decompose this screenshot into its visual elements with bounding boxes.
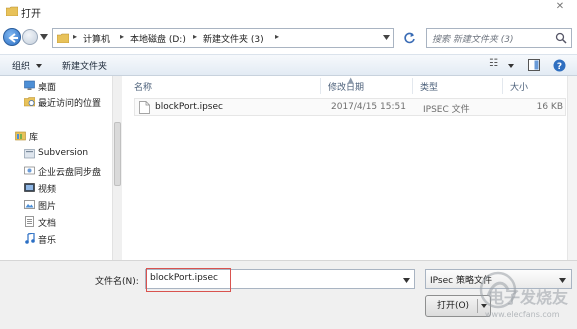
desktop-icon: [24, 80, 35, 90]
column-divider[interactable]: [502, 78, 503, 94]
nav-item-cloud-drive[interactable]: 企业云盘同步盘: [0, 163, 110, 179]
nav-item-subversion[interactable]: Subversion: [0, 146, 110, 162]
file-size: 16 KB: [536, 102, 563, 112]
nav-item-videos[interactable]: 视频: [0, 180, 110, 196]
file-modified: 2017/4/15 15:51: [331, 102, 406, 112]
nav-item-label: 库: [29, 133, 39, 143]
video-library-icon: [24, 183, 35, 192]
svg-text:?: ?: [557, 62, 562, 72]
chevron-down-icon: [559, 278, 566, 283]
forward-button[interactable]: [22, 29, 38, 45]
help-icon[interactable]: ?: [553, 59, 566, 72]
nav-item-label: 企业云盘同步盘: [38, 168, 102, 178]
chevron-down-icon[interactable]: [36, 64, 42, 68]
breadcrumb-folder[interactable]: 新建文件夹 (3): [203, 32, 264, 45]
nav-item-libraries[interactable]: 库: [0, 128, 110, 144]
documents-library-icon: [25, 216, 34, 227]
watermark-text: 电子发烧友: [488, 288, 569, 307]
filename-value: blockPort.ipsec: [150, 273, 218, 283]
folder-icon: [57, 33, 69, 43]
navigation-bar: ▸ 计算机 ▸ 本地磁盘 (D:) ▸ 新建文件夹 (3) ▸ 搜索 新建文件夹…: [0, 24, 577, 54]
music-library-icon: [25, 233, 35, 244]
refresh-icon: [403, 32, 415, 44]
nav-item-label: 音乐: [38, 236, 57, 246]
file-row[interactable]: blockPort.ipsec 2017/4/15 15:51 IPSEC 文件…: [134, 98, 566, 116]
back-arrow-icon: [8, 33, 18, 43]
history-dropdown-icon[interactable]: [40, 34, 48, 40]
search-icon[interactable]: [555, 32, 567, 44]
watermark-url: www.elecfans.com: [485, 310, 560, 319]
navigation-scrollbar[interactable]: [112, 76, 122, 260]
nav-item-music[interactable]: 音乐: [0, 231, 110, 247]
view-options-icon[interactable]: ☷: [489, 58, 498, 69]
nav-item-label: 桌面: [38, 83, 57, 93]
open-button-label: 打开(O): [436, 301, 470, 311]
filename-input[interactable]: blockPort.ipsec: [145, 268, 415, 292]
nav-item-label: 最近访问的位置: [38, 99, 102, 109]
file-type: IPSEC 文件: [423, 105, 470, 115]
search-placeholder: 搜索 新建文件夹 (3): [432, 35, 514, 45]
library-icon: [15, 131, 26, 141]
breadcrumb-separator-icon[interactable]: ▸: [120, 32, 124, 41]
breadcrumb-computer[interactable]: 计算机: [83, 32, 110, 45]
chevron-down-icon[interactable]: [403, 278, 410, 283]
close-button[interactable]: ✕: [547, 0, 573, 14]
column-header-size[interactable]: 大小: [510, 80, 528, 93]
chevron-down-icon[interactable]: [508, 64, 514, 68]
column-divider[interactable]: [412, 78, 413, 94]
navigation-pane: 桌面 最近访问的位置 库 Subversion 企业云盘同步盘 视频 图片 文档…: [0, 76, 122, 260]
nav-item-label: Subversion: [38, 148, 89, 158]
scrollbar-thumb[interactable]: [114, 122, 121, 186]
address-dropdown-icon[interactable]: [383, 35, 390, 40]
nav-item-label: 视频: [38, 185, 57, 195]
column-header-type[interactable]: 类型: [420, 80, 438, 93]
back-button[interactable]: [3, 28, 21, 46]
filename-label: 文件名(N):: [95, 277, 139, 287]
command-toolbar: 组织 新建文件夹 ☷ ?: [0, 54, 577, 76]
subversion-icon: [24, 149, 35, 159]
file-icon: [139, 101, 150, 114]
refresh-button[interactable]: [398, 28, 420, 48]
nav-item-recent-places[interactable]: 最近访问的位置: [0, 94, 110, 110]
cloud-drive-icon: [24, 166, 35, 175]
file-list: ▲ 名称 修改日期 类型 大小 blockPort.ipsec 2017/4/1…: [124, 76, 577, 260]
organize-button[interactable]: 组织: [12, 59, 30, 72]
title-bar: 打开 ✕: [0, 0, 577, 24]
nav-item-desktop[interactable]: 桌面: [0, 78, 110, 94]
breadcrumb-separator-icon[interactable]: ▸: [193, 32, 197, 41]
column-header-name[interactable]: 名称: [134, 80, 152, 93]
recent-places-icon: [24, 97, 35, 107]
column-divider[interactable]: [320, 78, 321, 94]
picture-library-icon: [24, 200, 35, 209]
window-title: 打开: [21, 9, 41, 20]
nav-item-pictures[interactable]: 图片: [0, 197, 110, 213]
nav-item-documents[interactable]: 文档: [0, 214, 110, 230]
new-folder-button[interactable]: 新建文件夹: [62, 59, 107, 72]
breadcrumb-separator-icon[interactable]: ▸: [73, 32, 77, 41]
breadcrumb-drive[interactable]: 本地磁盘 (D:): [130, 32, 186, 45]
nav-item-label: 文档: [38, 219, 57, 229]
breadcrumb-separator-icon[interactable]: ▸: [275, 32, 279, 41]
address-bar[interactable]: ▸ 计算机 ▸ 本地磁盘 (D:) ▸ 新建文件夹 (3) ▸: [52, 28, 394, 48]
file-list-scrollbar[interactable]: [567, 76, 577, 260]
column-header-modified[interactable]: 修改日期: [328, 80, 364, 93]
file-name: blockPort.ipsec: [155, 102, 223, 112]
folder-icon: [6, 6, 18, 16]
preview-pane-icon[interactable]: [528, 59, 540, 71]
nav-item-label: 图片: [38, 202, 57, 212]
search-input[interactable]: 搜索 新建文件夹 (3): [426, 28, 572, 48]
